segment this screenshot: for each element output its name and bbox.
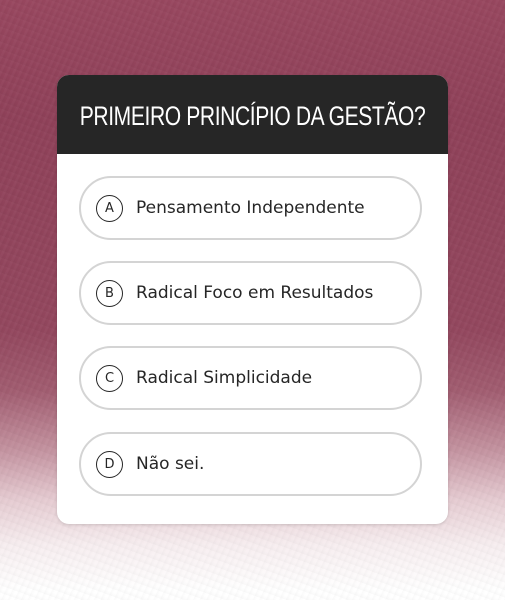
- quiz-option-a[interactable]: A Pensamento Independente: [79, 176, 422, 240]
- option-letter-badge: C: [96, 364, 123, 392]
- option-letter-badge: B: [96, 279, 123, 307]
- option-letter-badge: A: [96, 194, 123, 222]
- option-label: Não sei.: [136, 454, 205, 474]
- quiz-option-d[interactable]: D Não sei.: [79, 432, 422, 496]
- quiz-header: PRIMEIRO PRINCÍPIO DA GESTÃO?: [57, 75, 448, 154]
- option-label: Radical Simplicidade: [136, 368, 313, 388]
- quiz-option-c[interactable]: C Radical Simplicidade: [79, 346, 422, 410]
- option-label: Radical Foco em Resultados: [136, 283, 374, 303]
- quiz-sticker: PRIMEIRO PRINCÍPIO DA GESTÃO? A Pensamen…: [57, 75, 448, 524]
- option-label: Pensamento Independente: [136, 198, 365, 218]
- quiz-question: PRIMEIRO PRINCÍPIO DA GESTÃO?: [79, 101, 426, 131]
- quiz-option-b[interactable]: B Radical Foco em Resultados: [79, 261, 422, 325]
- option-letter-badge: D: [96, 450, 123, 478]
